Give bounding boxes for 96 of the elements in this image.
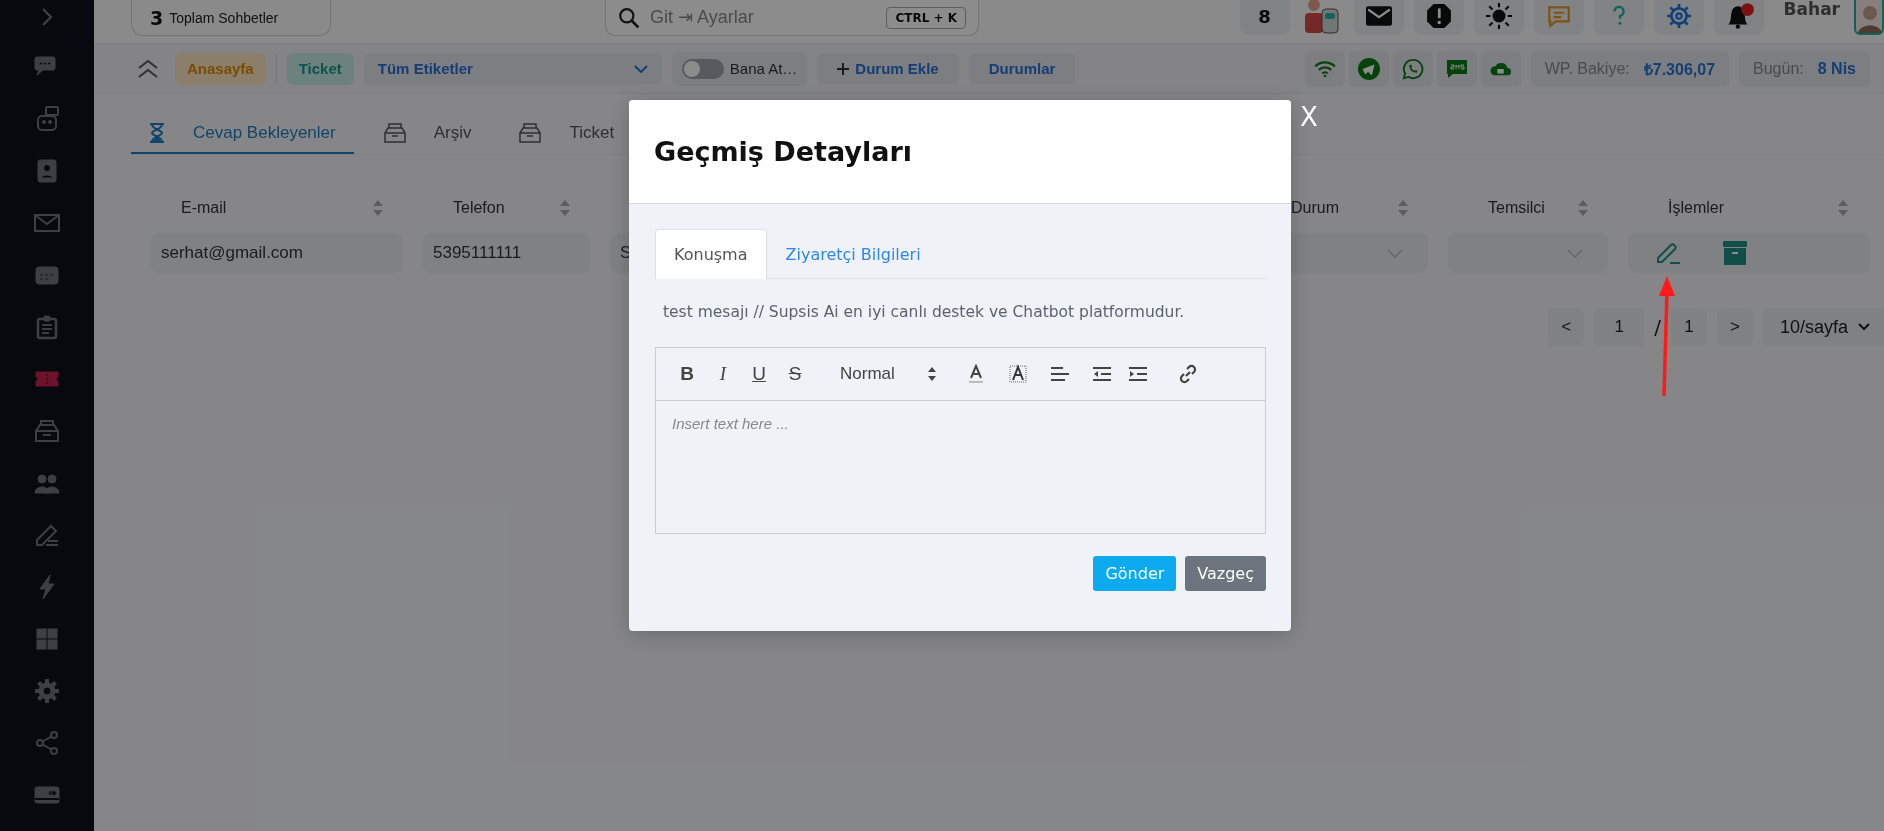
rich-text-editor[interactable]: B I U S Normal Insert text here ... bbox=[655, 347, 1266, 534]
next-page-button[interactable]: > bbox=[1717, 308, 1753, 346]
alert-icon bbox=[1425, 3, 1452, 29]
chat-count-label: Toplam Sohbetler bbox=[169, 9, 279, 26]
archive-box-icon[interactable] bbox=[1722, 240, 1748, 266]
archive-icon bbox=[519, 123, 542, 143]
outdent-icon[interactable] bbox=[1092, 366, 1112, 382]
collapse-icon[interactable] bbox=[137, 58, 159, 79]
sort-icon[interactable] bbox=[1578, 200, 1588, 216]
column-header: Telefon bbox=[453, 199, 505, 217]
table-cell: 5395111111 bbox=[423, 233, 590, 273]
chevron-down-icon bbox=[1858, 323, 1870, 331]
chat-button[interactable] bbox=[1533, 0, 1584, 35]
expand-icon[interactable] bbox=[41, 7, 53, 27]
column-header: E-mail bbox=[181, 199, 227, 217]
date-value: 8 Nis bbox=[1817, 59, 1856, 78]
tab[interactable]: Cevap Bekleyenler bbox=[131, 114, 354, 154]
chevron-down-icon bbox=[1387, 248, 1403, 258]
gear-icon[interactable] bbox=[33, 677, 61, 705]
alert-button[interactable] bbox=[1413, 0, 1464, 35]
plus-icon bbox=[837, 62, 850, 75]
mail-icon bbox=[1365, 6, 1392, 26]
indent-icon[interactable] bbox=[1128, 366, 1148, 382]
queue-count: 8 bbox=[1258, 5, 1271, 27]
updown-icon bbox=[928, 367, 936, 381]
underline-button[interactable]: U bbox=[744, 359, 774, 389]
notification-button[interactable] bbox=[1713, 0, 1764, 35]
balance-value: ₺7.306,07 bbox=[1643, 59, 1716, 80]
sort-icon[interactable] bbox=[1838, 200, 1848, 216]
sms-button[interactable] bbox=[1436, 50, 1477, 87]
help-button[interactable] bbox=[1593, 0, 1644, 35]
chevron-down-icon bbox=[633, 64, 648, 73]
phone-bubble-icon bbox=[1401, 57, 1424, 80]
chevron-down-icon bbox=[1567, 248, 1583, 258]
page-input[interactable]: 1 bbox=[1594, 308, 1645, 346]
message-text: test mesajı // Supsis Ai en iyi canlı destek ve Chatbot platformudur. bbox=[663, 302, 1186, 323]
message-input[interactable]: Insert text here ... bbox=[656, 401, 1265, 533]
sort-icon[interactable] bbox=[373, 200, 383, 216]
edit-icon[interactable] bbox=[1656, 242, 1682, 264]
tab[interactable]: Ticket bbox=[501, 114, 633, 154]
bold-button[interactable]: B bbox=[672, 359, 702, 389]
chat-count: 3 bbox=[150, 6, 164, 29]
shortcut-key: CTRL + K bbox=[886, 6, 966, 29]
close-button[interactable]: X bbox=[1296, 102, 1322, 132]
settings-button[interactable] bbox=[1653, 0, 1704, 35]
sms-bubble-icon bbox=[1444, 57, 1469, 80]
tab[interactable]: Arşiv bbox=[365, 114, 490, 154]
whatsapp-button[interactable] bbox=[1392, 50, 1433, 87]
settings-icon bbox=[1665, 3, 1692, 29]
hourglass-icon bbox=[149, 123, 165, 143]
archive-icon[interactable] bbox=[33, 417, 61, 445]
paper-plane-icon bbox=[1357, 57, 1380, 80]
page-total: 1 bbox=[1671, 308, 1707, 346]
archive-icon bbox=[383, 123, 406, 143]
align-left-icon[interactable] bbox=[1050, 366, 1070, 382]
column-header: İşlemler bbox=[1668, 199, 1724, 217]
inbox-button[interactable] bbox=[1480, 50, 1521, 87]
link-icon[interactable] bbox=[1178, 364, 1198, 384]
send-button[interactable]: Gönder bbox=[1093, 556, 1177, 591]
highlight-icon[interactable] bbox=[1008, 364, 1028, 384]
text-color-icon[interactable] bbox=[966, 364, 986, 384]
sun-icon bbox=[1485, 3, 1512, 29]
italic-button[interactable]: I bbox=[708, 359, 738, 389]
telegram-button[interactable] bbox=[1348, 50, 1389, 87]
search-field[interactable]: Git ⇥ Ayarlar CTRL + K bbox=[605, 0, 979, 36]
cancel-button[interactable]: Vazgeç bbox=[1185, 556, 1266, 591]
theme-button[interactable] bbox=[1473, 0, 1524, 35]
chat-bubble-icon bbox=[1545, 3, 1572, 29]
sort-icon[interactable] bbox=[1398, 200, 1408, 216]
assign-toggle[interactable] bbox=[681, 58, 724, 79]
statuses-button[interactable]: Durumlar bbox=[968, 52, 1076, 85]
user-name[interactable]: Bahar bbox=[1783, 0, 1840, 19]
assign-toggle-label: Bana At… bbox=[729, 60, 798, 77]
column-header: Temsilci bbox=[1488, 199, 1545, 217]
page-separator: / bbox=[1654, 315, 1661, 339]
dialog-title: Geçmiş Detayları bbox=[654, 136, 912, 167]
wifi-icon bbox=[1313, 60, 1336, 77]
page-size-select[interactable]: 10/sayfa bbox=[1763, 308, 1884, 346]
tab[interactable]: Ziyaretçi Bilgileri bbox=[766, 229, 940, 279]
sort-icon[interactable] bbox=[560, 200, 570, 216]
text-style-select[interactable]: Normal bbox=[840, 364, 936, 384]
mail-button[interactable] bbox=[1353, 0, 1404, 35]
previous-page-button[interactable]: < bbox=[1548, 308, 1585, 346]
search-input[interactable]: Git ⇥ Ayarlar bbox=[648, 6, 879, 29]
tab[interactable]: Konuşma bbox=[655, 229, 767, 279]
wifi-button[interactable] bbox=[1304, 50, 1345, 87]
add-status-button[interactable]: Durum Ekle bbox=[817, 52, 959, 85]
grid-icon[interactable] bbox=[33, 625, 61, 653]
search-icon bbox=[618, 6, 640, 29]
tag-select[interactable]: Tüm Etiketler bbox=[363, 52, 662, 85]
queue-count-tile[interactable]: 8 bbox=[1239, 0, 1290, 35]
table-cell: serhat@gmail.com bbox=[151, 233, 403, 273]
avatar[interactable] bbox=[1854, 0, 1884, 35]
column-header: Durum bbox=[1291, 199, 1339, 217]
strike-button[interactable]: S bbox=[780, 359, 810, 389]
share-icon[interactable] bbox=[33, 729, 61, 757]
